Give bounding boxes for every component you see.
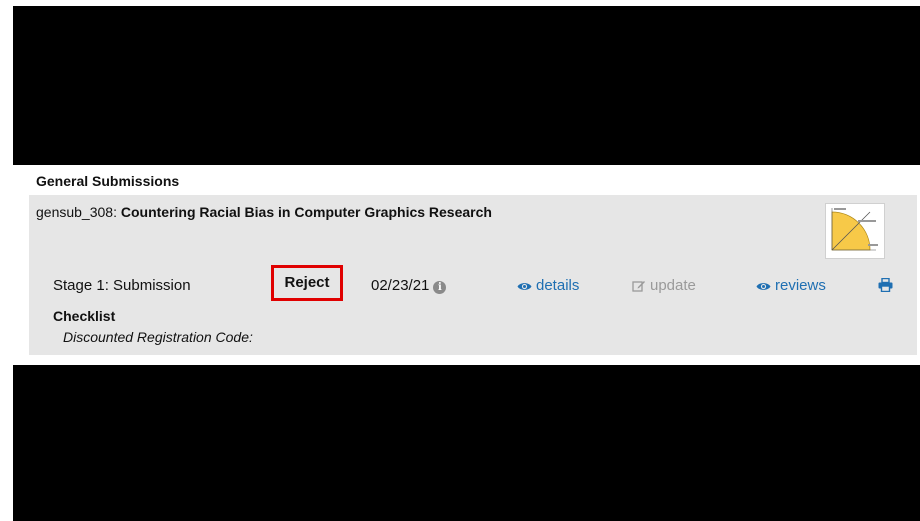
submission-id: gensub_308: — [36, 204, 117, 220]
print-button[interactable] — [878, 276, 893, 300]
details-label: details — [536, 277, 580, 294]
submission-status-row: Stage 1: Submission Reject 02/23/21 i det… — [29, 265, 917, 301]
submission-heading: gensub_308: Countering Racial Bias in Co… — [36, 204, 492, 220]
thumbnail-figure-icon — [831, 208, 878, 251]
reviews-label: reviews — [775, 277, 826, 294]
checklist-label: Checklist — [53, 308, 116, 324]
date-text: 02/23/21 — [371, 277, 430, 294]
details-link[interactable]: details — [517, 274, 579, 298]
submission-panel: gensub_308: Countering Racial Bias in Co… — [29, 195, 917, 355]
submission-stage: Stage 1: Submission — [53, 277, 191, 294]
eye-icon — [517, 283, 532, 290]
update-link[interactable]: update — [632, 274, 696, 298]
redacted-region-bottom — [13, 365, 920, 521]
status-badge: Reject — [271, 265, 343, 301]
eye-icon — [756, 283, 771, 290]
reviews-link[interactable]: reviews — [756, 274, 826, 298]
print-icon — [878, 277, 893, 293]
submission-date: 02/23/21 i — [371, 274, 447, 298]
redacted-region-top — [13, 6, 920, 165]
info-icon[interactable]: i — [433, 281, 447, 294]
submission-title: Countering Racial Bias in Computer Graph… — [120, 204, 492, 220]
checklist-item: Discounted Registration Code: — [63, 329, 253, 345]
section-title: General Submissions — [36, 173, 180, 189]
update-label: update — [650, 277, 696, 294]
edit-icon — [632, 281, 645, 292]
submission-thumbnail[interactable] — [825, 203, 885, 259]
